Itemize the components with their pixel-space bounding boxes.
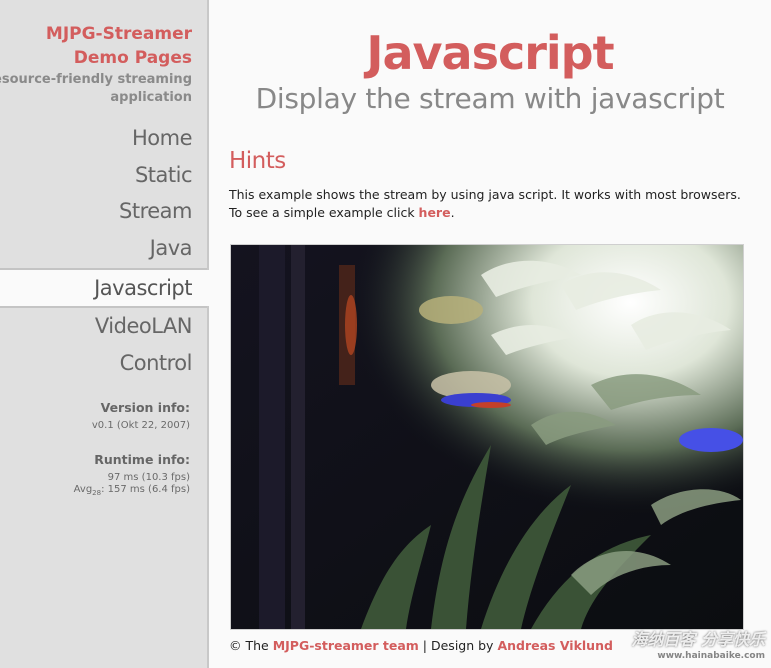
footer-designer-link[interactable]: Andreas Viklund: [497, 638, 612, 653]
hints-line1: This example shows the stream by using j…: [229, 187, 741, 202]
nav-item-static[interactable]: Static: [0, 157, 207, 194]
nav-item-control[interactable]: Control: [0, 345, 207, 382]
version-info: Version info: v0.1 (Okt 22, 2007): [92, 400, 190, 432]
page-subtitle: Display the stream with javascript: [255, 82, 725, 115]
runtime-avg-label: Avg: [73, 484, 93, 495]
footer: © The MJPG-streamer team | Design by And…: [229, 638, 613, 653]
runtime-avg-value: : 157 ms (6.4 fps): [101, 484, 190, 495]
brand-title-line2: Demo Pages: [73, 48, 192, 68]
main-content: Javascript Display the stream with javas…: [209, 0, 771, 668]
sidebar-nav: Home Static Stream Java Javascript Video…: [0, 120, 209, 382]
watermark-main: 海纳百客 分享快乐: [631, 630, 765, 649]
nav-item-java[interactable]: Java: [0, 230, 207, 267]
watermark-logo: 海纳百客 分享快乐 www.hainabaike.com: [631, 632, 765, 664]
brand-tagline-line2: application: [110, 90, 192, 105]
stream-image: [230, 244, 744, 630]
hints-heading: Hints: [229, 148, 286, 174]
sidebar: MJPG-Streamer Demo Pages a resource-frie…: [0, 0, 209, 668]
runtime-info-heading: Runtime info:: [94, 452, 190, 467]
page-title: Javascript: [366, 26, 614, 80]
brand-tagline-line1: a resource-friendly streaming: [0, 72, 192, 87]
hints-line2-suffix: .: [450, 205, 455, 220]
runtime-avg-sub: 28: [92, 489, 102, 497]
hints-text: This example shows the stream by using j…: [229, 186, 749, 222]
version-info-value: v0.1 (Okt 22, 2007): [91, 420, 190, 431]
brand: MJPG-Streamer Demo Pages a resource-frie…: [0, 22, 192, 106]
aquarium-stream-frame: [231, 245, 743, 629]
footer-prefix: © The: [229, 638, 273, 653]
brand-title-line1: MJPG-Streamer: [45, 24, 192, 44]
runtime-info-current: 97 ms (10.3 fps): [107, 472, 190, 483]
runtime-info: Runtime info: 97 ms (10.3 fps) Avg28: 15…: [74, 452, 190, 499]
nav-item-stream[interactable]: Stream: [0, 193, 207, 230]
hints-line2-prefix: To see a simple example click: [229, 205, 419, 220]
version-info-heading: Version info:: [100, 400, 190, 415]
nav-item-home[interactable]: Home: [0, 120, 207, 157]
footer-team-link[interactable]: MJPG-streamer team: [273, 638, 419, 653]
hints-here-link[interactable]: here: [419, 205, 451, 220]
hints-line2: To see a simple example click here.: [229, 204, 749, 222]
runtime-info-average: Avg28: 157 ms (6.4 fps): [74, 484, 190, 499]
watermark-url: www.hainabaike.com: [657, 651, 765, 661]
nav-item-javascript[interactable]: Javascript: [0, 270, 209, 306]
footer-middle: | Design by: [418, 638, 498, 653]
nav-item-videolan[interactable]: VideoLAN: [0, 308, 207, 345]
